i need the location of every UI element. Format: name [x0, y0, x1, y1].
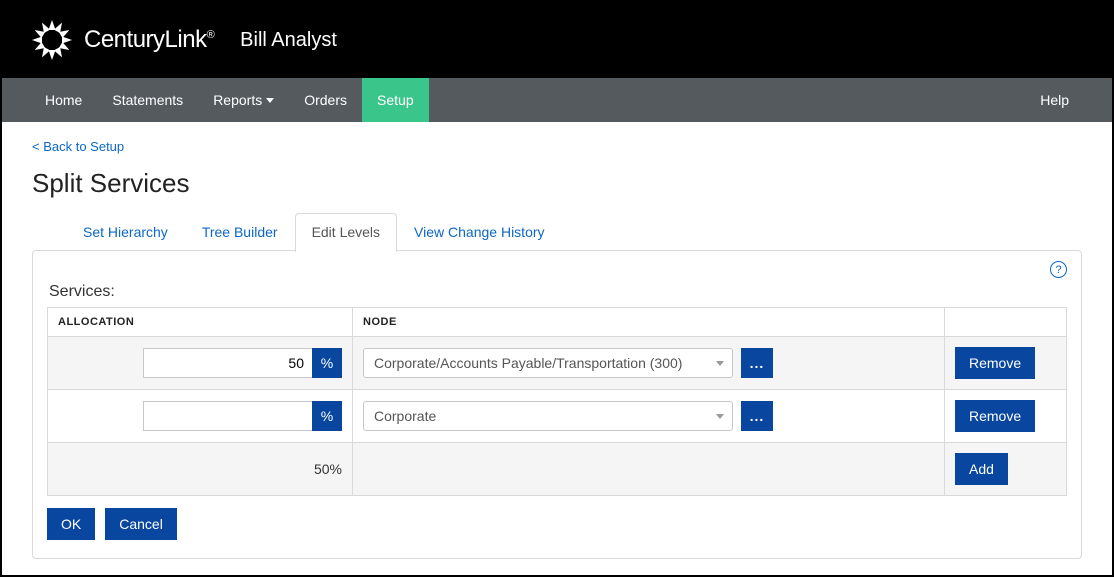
allocation-input[interactable] [143, 401, 313, 431]
tab-view-change-history[interactable]: View Change History [397, 213, 561, 251]
brand-logo: CenturyLink® [30, 18, 214, 62]
tab-tree-builder[interactable]: Tree Builder [185, 213, 295, 251]
nav-orders[interactable]: Orders [289, 78, 362, 122]
remove-button[interactable]: Remove [955, 400, 1035, 432]
nav-statements[interactable]: Statements [97, 78, 198, 122]
tab-edit-levels[interactable]: Edit Levels [295, 213, 397, 252]
footer-buttons: OK Cancel [47, 508, 1067, 540]
node-select[interactable]: Corporate [363, 401, 733, 431]
nav-setup[interactable]: Setup [362, 78, 429, 122]
brand-name: CenturyLink® [84, 26, 214, 54]
percent-badge: % [312, 401, 342, 431]
remove-button[interactable]: Remove [955, 347, 1035, 379]
nav-help[interactable]: Help [1025, 78, 1084, 122]
percent-badge: % [312, 348, 342, 378]
cancel-button[interactable]: Cancel [105, 508, 177, 540]
ok-button[interactable]: OK [47, 508, 95, 540]
node-select[interactable]: Corporate/Accounts Payable/Transportatio… [363, 348, 733, 378]
nav-left: Home Statements Reports Orders Setup [30, 78, 429, 122]
tab-panel: ? Services: ALLOCATION NODE [32, 250, 1082, 559]
col-actions [945, 308, 1067, 337]
page-body: < Back to Setup Split Services Set Hiera… [2, 122, 1112, 577]
chevron-down-icon [266, 98, 274, 103]
node-select-value: Corporate/Accounts Payable/Transportatio… [374, 355, 682, 371]
add-button[interactable]: Add [955, 453, 1008, 485]
allocation-input[interactable] [143, 348, 313, 378]
back-to-setup-link[interactable]: < Back to Setup [32, 139, 124, 154]
tabs: Set Hierarchy Tree Builder Edit Levels V… [66, 213, 1082, 251]
main-nav: Home Statements Reports Orders Setup Hel… [2, 78, 1112, 122]
table-row: % Corporate ... Remove [48, 390, 1067, 443]
page-title: Split Services [32, 168, 1082, 199]
col-allocation: ALLOCATION [48, 308, 353, 337]
node-browse-button[interactable]: ... [741, 401, 773, 431]
help-icon[interactable]: ? [1050, 261, 1067, 278]
sunburst-icon [30, 18, 74, 62]
services-table: ALLOCATION NODE % Corporate/Accounts Pay… [47, 307, 1067, 496]
services-label: Services: [49, 283, 1067, 301]
app-name: Bill Analyst [240, 29, 337, 52]
node-browse-button[interactable]: ... [741, 348, 773, 378]
tab-set-hierarchy[interactable]: Set Hierarchy [66, 213, 185, 251]
nav-home[interactable]: Home [30, 78, 97, 122]
allocation-total: 50% [314, 461, 342, 477]
col-node: NODE [353, 308, 945, 337]
nav-reports[interactable]: Reports [198, 78, 289, 122]
top-header: CenturyLink® Bill Analyst [2, 2, 1112, 78]
node-select-value: Corporate [374, 408, 436, 424]
chevron-down-icon [716, 361, 724, 366]
chevron-down-icon [716, 414, 724, 419]
table-total-row: 50% Add [48, 443, 1067, 496]
table-row: % Corporate/Accounts Payable/Transportat… [48, 337, 1067, 390]
